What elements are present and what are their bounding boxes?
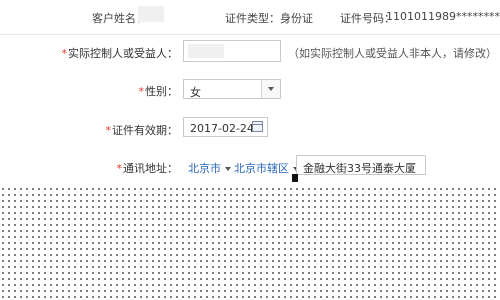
controller-name-masked [188,44,224,58]
chevron-down-icon [225,167,231,171]
customer-info-bar: 客户姓名： 证件类型： 身份证 证件号码： 1101011989******** [0,0,500,35]
address-detail-value: 金融大街33号通泰大厦 [303,162,416,175]
id-number-value: 1101011989******** [386,10,500,23]
id-validity-date-input[interactable]: 2017-02-24 [183,117,268,137]
controller-label: *实际控制人或受益人： [61,47,179,60]
dotted-overlay [0,186,500,300]
controller-input[interactable] [183,40,281,62]
address-label: *通讯地址： [116,162,179,175]
gender-dropdown-button[interactable] [261,80,280,98]
id-type-value: 身份证 [280,12,313,25]
id-validity-label: *证件有效期： [105,124,179,137]
gender-select[interactable]: 女 [183,79,281,99]
id-type-label: 证件类型： [225,12,280,25]
gender-value: 女 [190,86,201,99]
chevron-down-icon [268,87,274,91]
district-select[interactable]: 北京市辖区 [234,160,299,176]
calendar-icon[interactable] [252,121,263,132]
customer-name-masked [138,6,164,22]
controller-hint: （如实际控制人或受益人非本人，请修改） [288,47,497,60]
address-detail-input[interactable]: 金融大街33号通泰大厦 [296,155,426,175]
gender-label: *性别： [138,85,179,98]
id-validity-value: 2017-02-24 [190,122,254,135]
city-select[interactable]: 北京市 [188,160,231,176]
mouse-cursor-icon [292,174,298,182]
